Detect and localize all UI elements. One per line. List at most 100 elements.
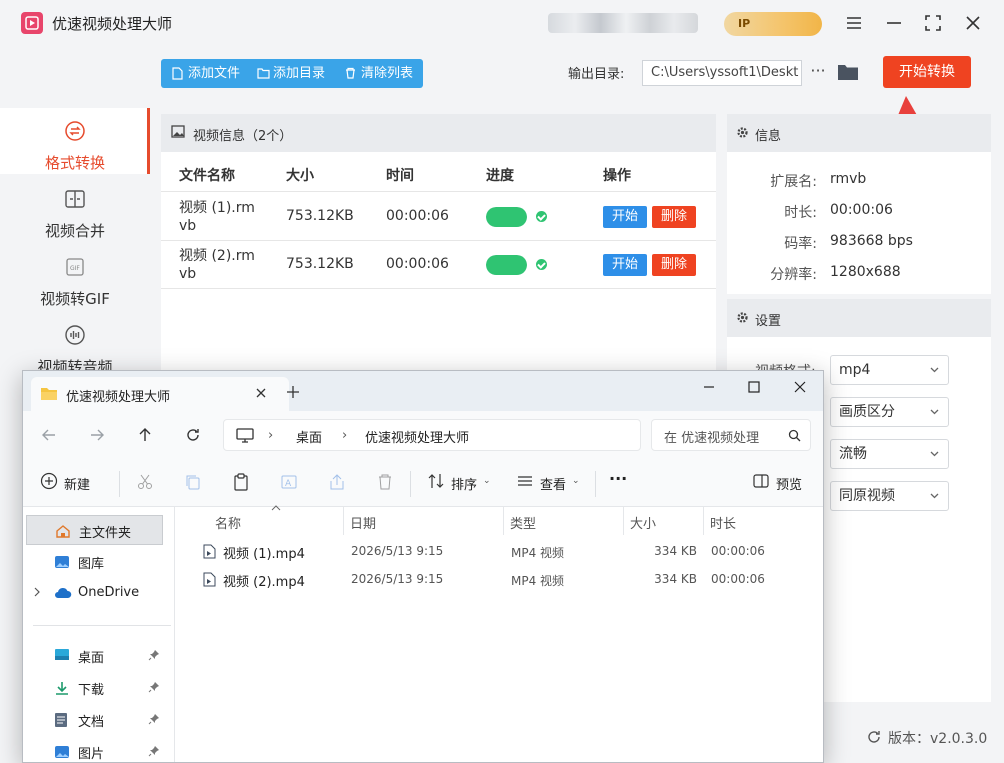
file-row[interactable]: 视频 (1).mp4 2026/5/13 9:15 MP4 视频 334 KB …	[183, 537, 823, 565]
col-header-name[interactable]: 名称	[215, 513, 241, 532]
fluency-select[interactable]: 流畅	[830, 439, 949, 469]
select-value: mp4	[839, 362, 871, 378]
up-icon[interactable]	[136, 426, 154, 444]
sidebar-item-label: 视频转GIF	[40, 290, 110, 308]
output-dir-input[interactable]: C:\Users\yssoft1\Deskt	[642, 60, 802, 86]
nav-item-desktop[interactable]: 桌面	[26, 641, 163, 671]
sidebar-item-format-convert[interactable]: 格式转换	[0, 108, 150, 174]
nav-item-pictures[interactable]: 图片	[26, 737, 163, 762]
new-tab-icon[interactable]	[285, 384, 301, 400]
video-format-select[interactable]: mp4	[830, 355, 949, 385]
file-size: 753.12KB	[286, 256, 354, 272]
sort-icon	[428, 474, 444, 488]
file-size: 334 KB	[654, 544, 697, 558]
cut-icon[interactable]	[136, 473, 154, 491]
info-key-ext: 扩展名:	[770, 174, 817, 190]
user-account-blurred[interactable]	[548, 13, 698, 33]
delete-icon[interactable]	[376, 473, 394, 491]
add-file-button[interactable]: 添加文件	[172, 59, 240, 88]
video-file-icon	[203, 572, 216, 587]
merge-icon	[64, 188, 86, 210]
open-folder-icon[interactable]	[836, 60, 862, 86]
pin-icon[interactable]	[148, 713, 160, 725]
copy-icon[interactable]	[184, 473, 202, 491]
quality-select[interactable]: 画质区分	[830, 397, 949, 427]
version-text: 版本：v2.0.3.0	[888, 731, 988, 747]
pin-icon[interactable]	[148, 681, 160, 693]
table-row[interactable]: 视频 (1).rmvb 753.12KB 00:00:06 开始 删除	[161, 193, 716, 241]
breadcrumb-desktop[interactable]: 桌面	[296, 427, 322, 446]
add-folder-button[interactable]: 添加目录	[257, 59, 325, 88]
paste-icon[interactable]	[232, 473, 250, 491]
file-time: 00:00:06	[386, 208, 449, 224]
version-label[interactable]: 版本：v2.0.3.0	[866, 728, 987, 748]
rename-icon[interactable]: A	[280, 473, 298, 491]
resolution-select[interactable]: 同原视频	[830, 481, 949, 511]
file-list-header: 视频信息（2个）	[161, 114, 716, 152]
sidebar-item-audio[interactable]: 视频转音频	[0, 312, 150, 378]
start-convert-button[interactable]: 开始转换	[883, 56, 971, 88]
info-key-resolution: 分辨率:	[770, 267, 817, 283]
chevron-down-icon: ⌄	[572, 476, 580, 486]
forward-icon[interactable]	[88, 426, 106, 444]
address-input[interactable]: › 桌面 › 优速视频处理大师	[223, 419, 641, 451]
clear-list-button[interactable]: 清除列表	[345, 59, 413, 88]
nav-item-label: OneDrive	[78, 585, 140, 600]
nav-item-label: 桌面	[78, 651, 105, 666]
column-divider[interactable]	[623, 507, 624, 535]
sidebar-item-gif[interactable]: GIF 视频转GIF	[0, 244, 150, 310]
view-icon	[518, 476, 532, 486]
chevron-down-icon	[930, 367, 939, 373]
fullscreen-icon[interactable]	[922, 12, 944, 34]
delete-row-button[interactable]: 删除	[652, 254, 696, 276]
refresh-icon[interactable]	[184, 426, 202, 444]
nav-item-home[interactable]: 主文件夹	[26, 515, 163, 545]
nav-item-onedrive[interactable]: OneDrive	[26, 579, 163, 609]
col-header-date[interactable]: 日期	[350, 513, 376, 532]
maximize-icon[interactable]	[746, 379, 762, 395]
column-divider[interactable]	[503, 507, 504, 535]
explorer-tab[interactable]: 优速视频处理大师	[31, 377, 289, 411]
folder-icon	[41, 388, 57, 400]
table-row[interactable]: 视频 (2).rmvb 753.12KB 00:00:06 开始 删除	[161, 241, 716, 289]
back-icon[interactable]	[40, 426, 58, 444]
search-placeholder: 在 优速视频处理	[664, 431, 760, 446]
nav-item-gallery[interactable]: 图库	[26, 547, 163, 577]
pin-icon[interactable]	[148, 649, 160, 661]
pin-icon[interactable]	[148, 745, 160, 757]
menu-icon[interactable]	[843, 12, 865, 34]
explorer-file-list: 名称 日期 类型 大小 时长 视频 (1).mp4 2026/5/13 9:15…	[183, 505, 823, 762]
ip-badge[interactable]: IP	[724, 12, 822, 36]
share-icon[interactable]	[328, 473, 346, 491]
select-value: 同原视频	[839, 488, 895, 504]
search-input[interactable]: 在 优速视频处理	[651, 419, 811, 451]
more-options-button[interactable]: ···	[609, 469, 627, 488]
nav-item-downloads[interactable]: 下载	[26, 673, 163, 703]
output-dir-more-button[interactable]: ···	[808, 60, 828, 86]
file-row[interactable]: 视频 (2).mp4 2026/5/13 9:15 MP4 视频 334 KB …	[183, 565, 823, 593]
explorer-tabbar: 优速视频处理大师	[23, 371, 823, 411]
file-duration: 00:00:06	[711, 544, 765, 558]
image-icon	[171, 125, 185, 138]
chevron-down-icon	[930, 451, 939, 457]
column-divider[interactable]	[703, 507, 704, 535]
close-tab-icon[interactable]	[253, 385, 269, 401]
file-type: MP4 视频	[511, 574, 565, 588]
column-divider[interactable]	[343, 507, 344, 535]
minimize-icon[interactable]	[883, 12, 905, 34]
cloud-icon	[55, 587, 72, 598]
col-header-type[interactable]: 类型	[510, 513, 536, 532]
desktop-icon	[55, 649, 69, 660]
minimize-icon[interactable]	[701, 379, 717, 395]
nav-item-documents[interactable]: 文档	[26, 705, 163, 735]
breadcrumb-folder[interactable]: 优速视频处理大师	[365, 427, 469, 446]
delete-row-button[interactable]: 删除	[652, 206, 696, 228]
start-row-button[interactable]: 开始	[603, 206, 647, 228]
col-header-duration[interactable]: 时长	[710, 513, 736, 532]
sidebar-item-merge[interactable]: 视频合并	[0, 176, 150, 242]
col-header-size[interactable]: 大小	[630, 513, 656, 532]
close-icon[interactable]	[792, 379, 808, 395]
info-value-resolution: 1280x688	[830, 264, 901, 280]
start-row-button[interactable]: 开始	[603, 254, 647, 276]
close-icon[interactable]	[962, 12, 984, 34]
